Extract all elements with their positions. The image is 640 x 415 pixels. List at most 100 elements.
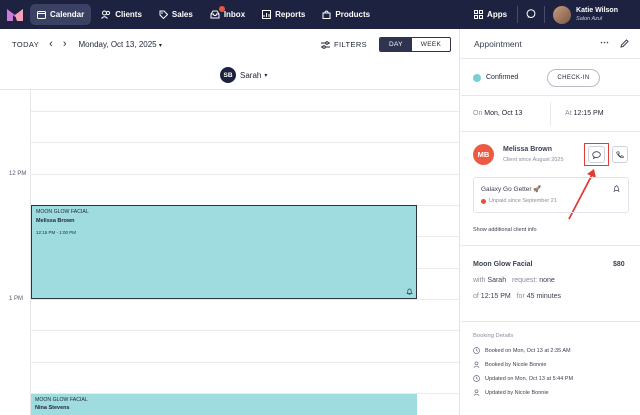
staff-selector[interactable]: SB Sarah ▾ — [220, 67, 267, 83]
rocket-icon — [613, 185, 620, 193]
user-name: Katie Wilson — [576, 7, 618, 14]
check-in-button[interactable]: CHECK-IN — [547, 69, 600, 87]
panel-title: Appointment — [474, 38, 522, 49]
nav-reports-label: Reports — [275, 10, 306, 19]
today-button[interactable]: TODAY — [12, 40, 39, 49]
booking-entry-text: Booked on Mon, Oct 13 at 2:35 AM — [485, 347, 571, 354]
staff-avatar: SB — [220, 67, 236, 83]
caret-down-icon: ▾ — [264, 72, 268, 79]
appointment-client: Nina Stevens — [35, 405, 70, 411]
service-section: Moon Glow Facial $80 with Sarah request:… — [461, 246, 640, 322]
appointment-panel: Appointment ⋯ Confirmed CHECK-IN On Mon,… — [461, 29, 640, 415]
nav-reports[interactable]: Reports — [255, 4, 312, 25]
membership-card[interactable]: Galaxy Go Getter 🚀 Unpaid since Septembe… — [473, 177, 629, 213]
service-staff[interactable]: Sarah — [487, 277, 506, 284]
next-day-icon[interactable]: › — [63, 38, 67, 50]
person-icon — [473, 361, 480, 368]
more-icon[interactable]: ⋯ — [600, 37, 609, 48]
calendar-toolbar: TODAY ‹ › Monday, Oct 13, 2025 ▾ FILTERS… — [0, 29, 459, 59]
booking-entry-text: Booked by Nicole Bonnie — [485, 361, 547, 368]
appointment-client: Melissa Brown — [36, 218, 75, 224]
grid-line — [30, 330, 459, 331]
time-grid[interactable]: 12 PM 1 PM MOON GLOW FACIAL Melissa Brow… — [0, 89, 459, 415]
appointment-service: MOON GLOW FACIAL — [36, 209, 89, 215]
week-view-button[interactable]: WEEK — [412, 38, 450, 51]
for-label: for — [516, 293, 525, 300]
grid-line — [30, 299, 459, 300]
booking-entry: Updated on Mon, Oct 13 at 5:44 PM — [473, 375, 573, 382]
booking-entry: Booked on Mon, Oct 13 at 2:35 AM — [473, 347, 571, 354]
service-name[interactable]: Moon Glow Facial — [473, 261, 533, 268]
nav-products[interactable]: Products — [315, 4, 377, 25]
grid-icon — [474, 10, 484, 19]
appointment-block[interactable]: MOON GLOW FACIAL Nina Stevens — [31, 394, 417, 415]
prev-day-icon[interactable]: ‹ — [49, 38, 53, 50]
booking-details-heading: Booking Details — [473, 333, 514, 339]
appointment-service: MOON GLOW FACIAL — [35, 397, 88, 403]
staff-name: Sarah — [240, 70, 262, 80]
service-price: $80 — [613, 261, 625, 268]
nav-inbox-label: Inbox — [223, 10, 246, 19]
user-location: Salon Azul — [576, 16, 603, 22]
status-label: Confirmed — [486, 74, 519, 81]
divider — [550, 102, 551, 126]
inbox-icon — [210, 10, 220, 19]
calendar-icon — [37, 11, 46, 19]
on-label: On — [473, 110, 483, 117]
client-avatar[interactable]: MB — [473, 144, 494, 165]
nav-sales[interactable]: Sales — [152, 4, 200, 25]
with-label: with — [473, 277, 486, 284]
user-avatar[interactable] — [553, 5, 572, 24]
filters-label: FILTERS — [334, 40, 368, 49]
nav-clients-label: Clients — [115, 10, 142, 19]
booking-entry-text: Updated by Nicole Bonnie — [485, 389, 549, 396]
clock-icon — [473, 375, 480, 382]
grid-line — [30, 174, 459, 175]
caret-down-icon: ▾ — [158, 42, 162, 49]
booking-entry: Booked by Nicole Bonnie — [473, 361, 546, 368]
status-section: Confirmed CHECK-IN — [461, 59, 640, 96]
nav-apps-label: Apps — [487, 10, 508, 19]
appointment-start-time: 12:15 PM — [573, 110, 604, 117]
panel-header: Appointment ⋯ — [461, 29, 640, 59]
show-client-info-link[interactable]: Show additional client info — [473, 227, 537, 233]
service-duration[interactable]: 45 minutes — [527, 293, 561, 300]
date-picker[interactable]: Monday, Oct 13, 2025 ▾ — [79, 40, 162, 49]
of-label: of — [473, 293, 479, 300]
nav-calendar[interactable]: Calendar — [30, 4, 92, 25]
booking-entry-text: Updated on Mon, Oct 13 at 5:44 PM — [485, 375, 574, 382]
request-value: none — [539, 277, 555, 284]
grid-line — [30, 111, 459, 112]
filters-button[interactable]: FILTERS — [321, 40, 367, 49]
time-label-12pm: 12 PM — [9, 171, 27, 177]
nav-messages-button[interactable] — [518, 6, 544, 24]
person-icon — [473, 389, 480, 396]
request-label: request: — [511, 277, 538, 284]
user-menu[interactable]: Katie Wilson Salon Azul — [576, 6, 640, 23]
client-name[interactable]: Melissa Brown — [503, 146, 552, 153]
clock-icon — [473, 347, 480, 354]
appointment-block-selected[interactable]: MOON GLOW FACIAL Melissa Brown 12:15 PM … — [31, 205, 417, 299]
membership-name: Galaxy Go Getter 🚀 — [481, 186, 542, 193]
bag-icon — [322, 10, 331, 19]
grid-line — [30, 362, 459, 363]
nav-apps[interactable]: Apps — [467, 4, 514, 25]
edit-icon[interactable] — [620, 39, 629, 48]
top-right-controls: Apps Katie Wilson Salon Azul — [467, 0, 640, 29]
nav-clients[interactable]: Clients — [94, 4, 149, 25]
calendar-view: TODAY ‹ › Monday, Oct 13, 2025 ▾ FILTERS… — [0, 29, 460, 415]
nav-products-label: Products — [335, 10, 371, 19]
app-logo[interactable] — [0, 0, 30, 29]
nav-inbox[interactable]: Inbox — [203, 4, 252, 25]
sliders-icon — [321, 40, 330, 49]
divider — [544, 6, 546, 23]
phone-icon — [616, 150, 624, 158]
clients-icon — [101, 10, 111, 19]
appointment-date: Mon, Oct 13 — [484, 110, 523, 117]
highlight-box — [584, 143, 609, 166]
day-view-button[interactable]: DAY — [380, 38, 412, 51]
service-time[interactable]: 12:15 PM — [481, 293, 511, 300]
at-label: At — [565, 110, 572, 117]
call-client-button[interactable] — [612, 146, 628, 163]
unpaid-dot-icon — [481, 199, 486, 204]
